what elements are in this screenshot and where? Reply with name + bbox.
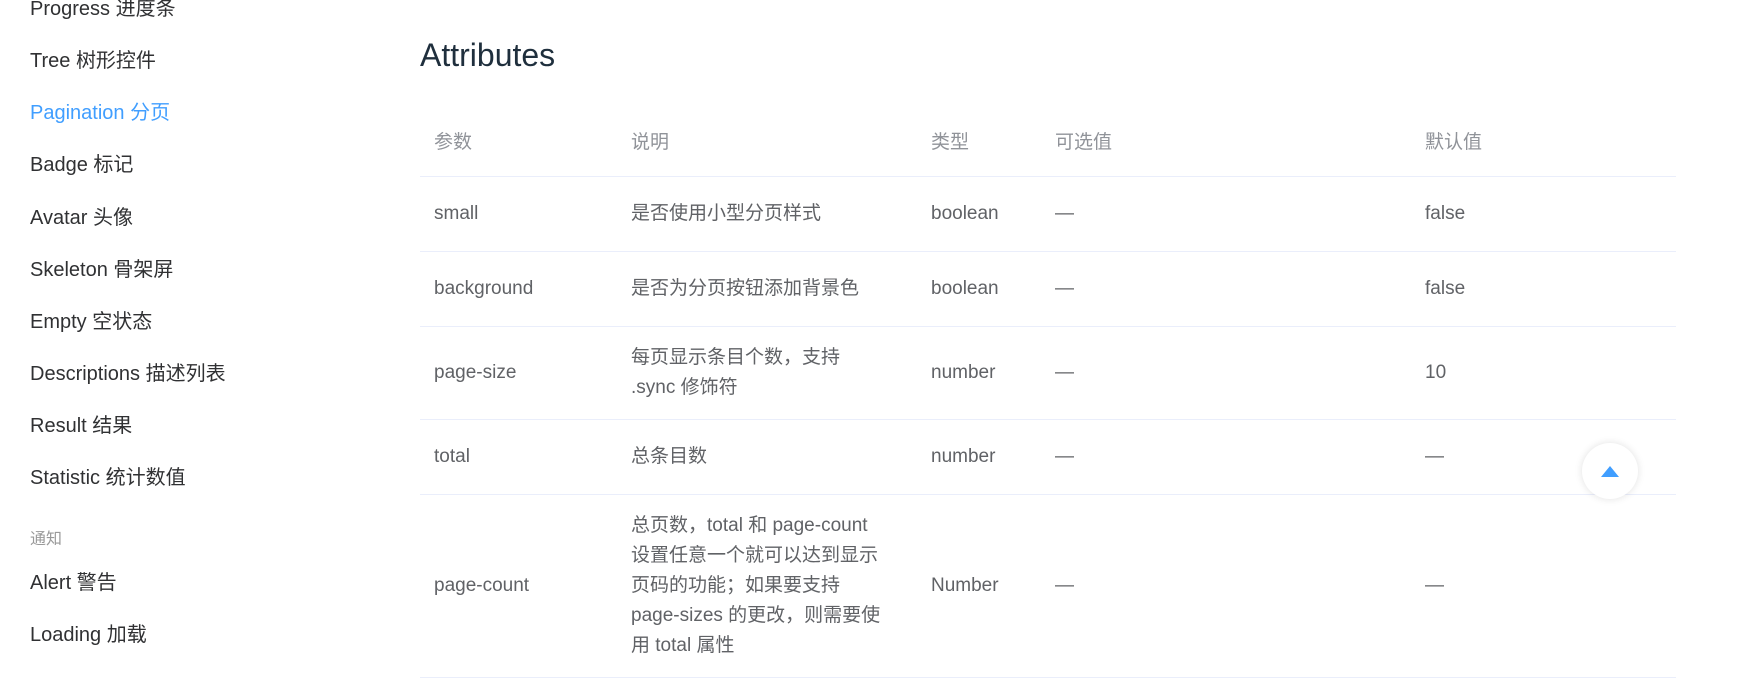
cell-param: total [420,419,617,495]
table-row: page-count 总页数，total 和 page-count 设置任意一个… [420,494,1676,678]
cell-options: — [1041,494,1411,678]
cell-type: Number [917,494,1041,678]
sidebar-item-loading[interactable]: Loading 加载 [30,623,147,647]
cell-param: page-count [420,494,617,678]
column-header-default: 默认值 [1411,104,1676,177]
column-header-options: 可选值 [1041,104,1411,177]
column-header-type: 类型 [917,104,1041,177]
cell-type: number [917,326,1041,420]
cell-default: — [1411,419,1676,495]
table-header-row: 参数 说明 类型 可选值 默认值 [420,104,1676,177]
cell-default: 10 [1411,326,1676,420]
sidebar-item-empty[interactable]: Empty 空状态 [30,310,152,334]
table-row: small 是否使用小型分页样式 boolean — false [420,176,1676,252]
table-row: background 是否为分页按钮添加背景色 boolean — false [420,251,1676,327]
cell-type: boolean [917,251,1041,327]
main-content: Attributes 参数 说明 类型 可选值 默认值 small 是否使用小型… [420,0,1676,697]
sidebar-item-result[interactable]: Result 结果 [30,414,132,438]
table-row: total 总条目数 number — — [420,419,1676,495]
cell-desc: 是否使用小型分页样式 [617,176,917,252]
sidebar-nav: Progress 进度条 Tree 树形控件 Pagination 分页 Bad… [0,0,360,697]
sidebar-item-pagination[interactable]: Pagination 分页 [30,101,170,125]
cell-options: — [1041,251,1411,327]
cell-options: — [1041,176,1411,252]
table-row: page-size 每页显示条目个数，支持 .sync 修饰符 number —… [420,326,1676,420]
cell-default: false [1411,176,1676,252]
sidebar-item-statistic[interactable]: Statistic 统计数值 [30,466,186,490]
sidebar-item-skeleton[interactable]: Skeleton 骨架屏 [30,258,173,282]
cell-type: number [917,419,1041,495]
cell-options: — [1041,419,1411,495]
cell-desc: 总条目数 [617,419,917,495]
cell-desc: 是否为分页按钮添加背景色 [617,251,917,327]
sidebar-item-descriptions[interactable]: Descriptions 描述列表 [30,362,226,386]
column-header-desc: 说明 [617,104,917,177]
cell-param: background [420,251,617,327]
cell-type: boolean [917,176,1041,252]
cell-desc: 每页显示条目个数，支持 .sync 修饰符 [617,326,917,420]
sidebar-item-badge[interactable]: Badge 标记 [30,153,133,177]
sidebar-item-progress[interactable]: Progress 进度条 [30,0,176,21]
sidebar-item-avatar[interactable]: Avatar 头像 [30,206,133,230]
caret-up-icon [1601,465,1619,477]
column-header-param: 参数 [420,104,617,177]
cell-default: false [1411,251,1676,327]
sidebar-item-alert[interactable]: Alert 警告 [30,571,117,595]
back-to-top-button[interactable] [1582,443,1638,499]
attributes-table: 参数 说明 类型 可选值 默认值 small 是否使用小型分页样式 boolea… [420,104,1676,678]
cell-param: small [420,176,617,252]
sidebar-item-tree[interactable]: Tree 树形控件 [30,49,156,73]
cell-desc: 总页数，total 和 page-count 设置任意一个就可以达到显示页码的功… [617,494,917,678]
sidebar-group-notice: 通知 [30,531,63,548]
cell-default: — [1411,494,1676,678]
cell-options: — [1041,326,1411,420]
section-title: Attributes [420,37,556,73]
cell-param: page-size [420,326,617,420]
